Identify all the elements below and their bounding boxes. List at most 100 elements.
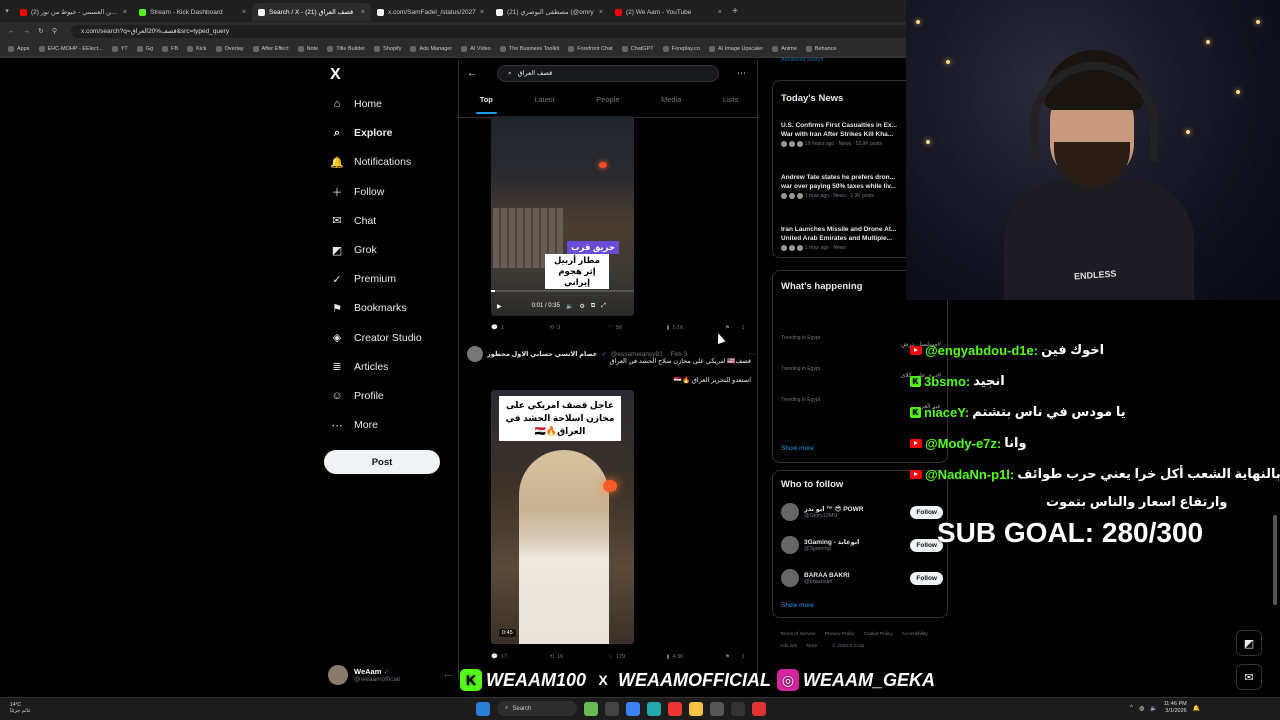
close-icon[interactable]: × xyxy=(718,9,722,16)
account-switcher[interactable]: WeAam ✓ @weaamofficial ⋯ xyxy=(328,663,452,687)
widgets-icon[interactable] xyxy=(584,701,598,716)
share-icon[interactable]: ⇪ xyxy=(741,654,753,660)
sidebar-item-profile[interactable]: ☺ Profile xyxy=(330,388,383,404)
back-arrow-icon[interactable]: ← xyxy=(467,68,477,79)
browser-tab[interactable]: (2) We Aam - YouTube × xyxy=(609,3,728,21)
volume-icon[interactable]: 🔈 xyxy=(1150,705,1157,712)
reply-button[interactable]: 💬 17 xyxy=(491,654,550,660)
avatar[interactable] xyxy=(467,346,483,362)
video-progress-bar[interactable] xyxy=(491,290,634,292)
browser-tab[interactable]: حسين العسمي - خيوط من نور (2) × xyxy=(14,3,133,21)
tab-top[interactable]: Top xyxy=(475,94,498,116)
new-tab-button[interactable]: + xyxy=(728,6,742,17)
site-info-icon[interactable]: ⚲ xyxy=(52,27,57,35)
tab-list-icon[interactable]: ▾ xyxy=(0,7,14,15)
network-icon[interactable]: ◍ xyxy=(1139,705,1144,712)
sidebar-item-grok[interactable]: ◩ Grok xyxy=(330,242,377,258)
bookmark-item[interactable]: Kick xyxy=(187,45,207,52)
bookmark-item[interactable]: The Business Toolkit xyxy=(499,45,559,52)
play-icon[interactable]: ▶ xyxy=(497,303,502,310)
bookmark-item[interactable]: Foreplay.co xyxy=(662,45,700,52)
tweet-video[interactable]: حريق قرب مطار أربيل إثر هجوم إيراني xyxy=(491,116,634,316)
chevron-up-icon[interactable]: ^ xyxy=(1130,705,1133,711)
follow-suggestion[interactable]: 3Gaming - ابوعابد @3gaming Follow xyxy=(781,534,943,556)
bookmark-item[interactable]: Shopify xyxy=(374,45,401,52)
tweet-video[interactable]: عاجل قصف امريكي على مخازن اسلاحة الحشد ف… xyxy=(491,390,634,644)
obs-icon[interactable] xyxy=(731,701,745,716)
bookmark-item[interactable]: Ads Manager xyxy=(410,45,452,52)
like-button[interactable]: ♡ 179 xyxy=(608,654,667,660)
mute-icon[interactable]: 🔈 xyxy=(566,303,573,310)
footer-link[interactable]: Terms of Service xyxy=(780,629,816,641)
bookmark-item[interactable]: ChatGPT xyxy=(621,45,654,52)
browser-tab[interactable]: x.com/SamFadel_/status/2027 × xyxy=(371,3,490,21)
bookmark-item[interactable]: Apps xyxy=(8,45,30,52)
sidebar-item-creator-studio[interactable]: ◈ Creator Studio xyxy=(330,330,422,346)
sidebar-item-bookmarks[interactable]: ⚑ Bookmarks xyxy=(330,300,406,316)
sidebar-item-chat[interactable]: ✉ Chat xyxy=(330,213,376,229)
sidebar-item-more[interactable]: ⋯ More xyxy=(330,417,378,433)
search-input[interactable]: ⌕ قصف العراق xyxy=(497,65,719,82)
browser-tab[interactable]: (21) مصطفى البوصري (@omry × xyxy=(490,3,609,21)
pip-icon[interactable]: ⧉ xyxy=(591,303,595,310)
chrome-icon[interactable] xyxy=(668,701,682,716)
reload-icon[interactable]: ↻ xyxy=(38,27,44,35)
footer-link[interactable]: Accessibility xyxy=(902,629,928,641)
repost-button[interactable]: ⟲ 3 xyxy=(550,325,609,331)
close-icon[interactable]: × xyxy=(361,9,365,16)
bookmark-item[interactable]: AI Video xyxy=(461,45,491,52)
scrollbar-thumb[interactable] xyxy=(1273,515,1277,605)
search-options-icon[interactable]: ⋯ xyxy=(737,68,746,79)
close-icon[interactable]: × xyxy=(599,9,603,16)
fullscreen-icon[interactable]: ⤢ xyxy=(601,303,606,310)
sidebar-item-premium[interactable]: ✓ Premium xyxy=(330,271,396,287)
repost-button[interactable]: ⟲ 16 xyxy=(550,654,609,660)
tab-lists[interactable]: Lists xyxy=(719,94,742,116)
more-icon[interactable]: ⋯ xyxy=(444,671,452,680)
clock[interactable]: 11:46 PM 3/1/2026 xyxy=(1164,701,1187,715)
footer-link[interactable]: © 2026 X Corp. xyxy=(832,641,865,653)
bookmark-item[interactable]: EHC-MOHP - EElect... xyxy=(38,45,103,52)
sidebar-item-notifications[interactable]: 🔔 Notifications xyxy=(330,154,411,170)
bookmark-item[interactable]: Title Builder xyxy=(327,45,365,52)
bookmark-item[interactable]: After Effect xyxy=(252,45,289,52)
back-icon[interactable]: ← xyxy=(8,28,15,35)
tab-media[interactable]: Media xyxy=(657,94,685,116)
follow-button[interactable]: Follow xyxy=(910,571,943,585)
bookmark-item[interactable]: Gg xyxy=(136,45,153,52)
bookmark-item[interactable]: YT xyxy=(111,45,128,52)
views-button[interactable]: ▮ 4.3K xyxy=(667,654,726,660)
footer-link[interactable]: Cookie Policy xyxy=(864,629,893,641)
sidebar-item-articles[interactable]: ≣ Articles xyxy=(330,359,388,375)
bookmark-item[interactable]: AI Image Upscaler xyxy=(708,45,763,52)
show-more-link[interactable]: Show more xyxy=(781,602,814,609)
reply-button[interactable]: 💬 1 xyxy=(491,325,550,331)
edge-icon[interactable] xyxy=(647,701,661,716)
bookmark-item[interactable]: Behance xyxy=(805,45,837,52)
bookmark-item[interactable]: Note xyxy=(297,45,318,52)
bookmark-icon[interactable]: ⚑ xyxy=(725,325,741,331)
settings-icon[interactable]: ⚙ xyxy=(579,303,584,310)
store-icon[interactable] xyxy=(710,701,724,716)
follow-suggestion[interactable]: ابو بدر ™ 😎 POWR @Glory19MU Follow xyxy=(781,501,943,523)
share-icon[interactable]: ⇪ xyxy=(741,325,753,331)
scrollbar[interactable] xyxy=(1273,60,1278,700)
advanced-search-link[interactable]: Advanced search xyxy=(781,57,824,63)
messages-icon[interactable]: ✉ xyxy=(1236,664,1262,690)
sidebar-item-explore[interactable]: ⌕ Explore xyxy=(330,125,393,141)
footer-link[interactable]: Ads info xyxy=(780,641,797,653)
post-button[interactable]: Post xyxy=(324,450,440,474)
weather-widget[interactable]: 14°C غائم جزئيًا xyxy=(10,702,31,714)
notification-bell-icon[interactable]: 🔔 xyxy=(1193,705,1200,712)
task-view-icon[interactable] xyxy=(605,701,619,716)
x-logo[interactable]: X xyxy=(330,66,341,84)
sidebar-item-follow[interactable]: ＋ Follow xyxy=(330,184,385,200)
forward-icon[interactable]: → xyxy=(23,28,30,35)
bookmark-item[interactable]: Forefront Chat xyxy=(568,45,613,52)
like-button[interactable]: ♡ 56 xyxy=(608,325,667,331)
bookmark-item[interactable]: Anime xyxy=(772,45,797,52)
browser-tab[interactable]: Search / X - قصف العراق (21) × xyxy=(252,3,371,21)
bookmark-icon[interactable]: ⚑ xyxy=(725,654,741,660)
taskbar-search[interactable]: ⌕ Search xyxy=(497,701,577,716)
browser-tab[interactable]: Stream - Kick Dashboard × xyxy=(133,3,252,21)
